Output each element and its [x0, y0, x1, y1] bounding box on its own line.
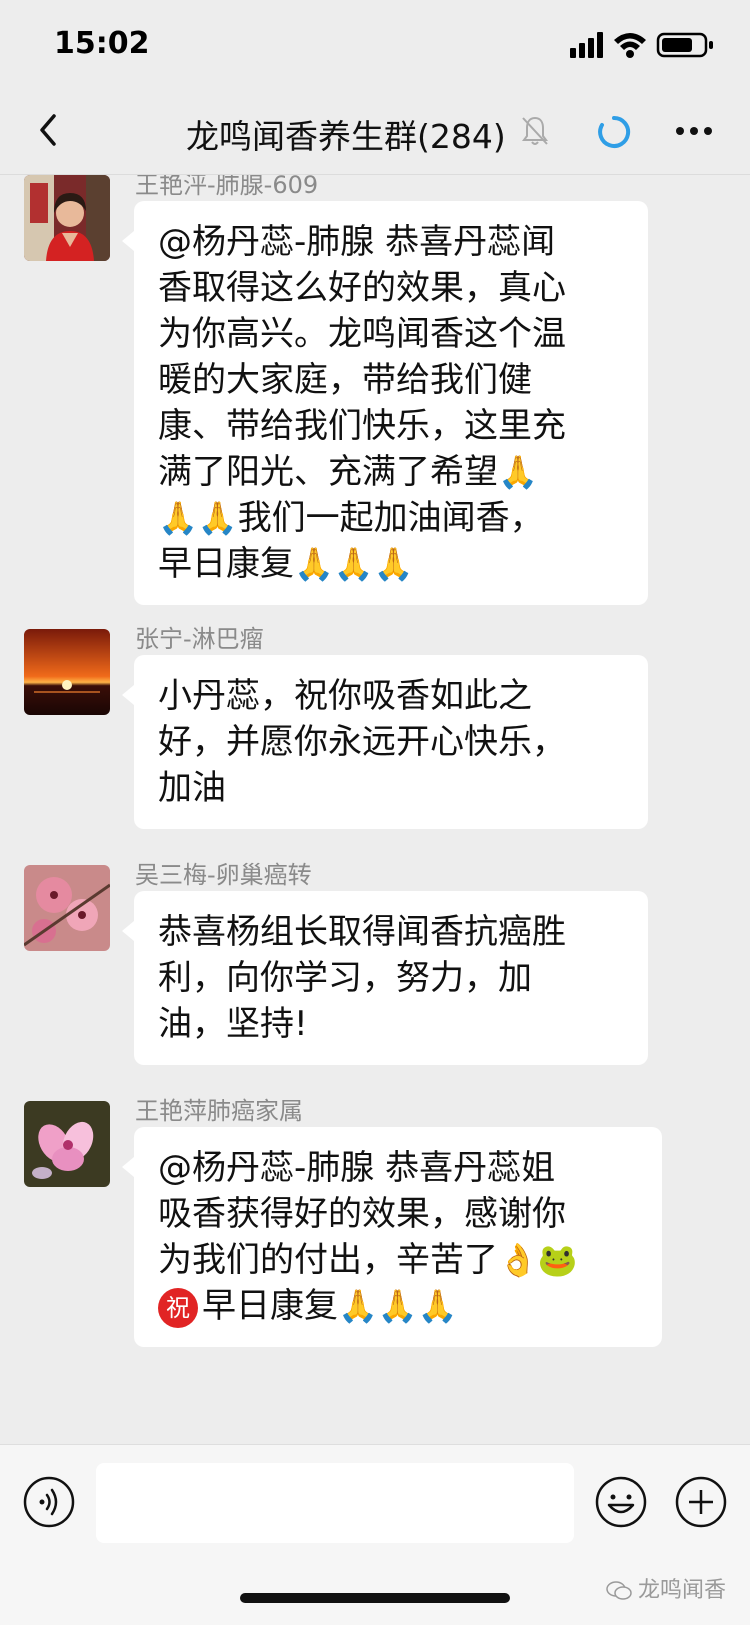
message-text: 为你高兴。龙鸣闻香这个温 — [158, 314, 566, 354]
ok-hand-emoji-icon: 👌 — [498, 1241, 538, 1279]
message-text: @杨丹蕊-肺腺 恭喜丹蕊姐 — [158, 1148, 556, 1188]
status-time: 15:02 — [54, 26, 150, 61]
group-title: 龙鸣闻香养生群(284) — [186, 117, 506, 156]
avatar[interactable] — [24, 175, 110, 261]
battery-icon — [656, 32, 713, 58]
loading-spinner-icon — [598, 115, 631, 148]
message-text: 为我们的付出，辛苦了 — [158, 1240, 498, 1280]
message-text: 满了阳光、充满了希望 — [158, 452, 498, 492]
message-bubble[interactable]: 小丹蕊，祝你吸香如此之 好，并愿你永远开心快乐， 加油 — [122, 655, 648, 829]
add-more-icon[interactable] — [674, 1475, 728, 1529]
pray-emoji-icon: 🙏 — [294, 545, 334, 583]
signal-icon — [570, 32, 603, 58]
watermark-text: 龙鸣闻香 — [637, 1578, 726, 1603]
message-text: 利，向你学习，努力，加 — [158, 958, 532, 998]
message-text: 早日康复 — [202, 1286, 338, 1326]
message-text: 香取得这么好的效果，真心 — [158, 268, 566, 308]
sender-name: 吴三梅-卵巢癌转 — [135, 861, 312, 889]
pray-emoji-icon: 🙏 — [333, 545, 374, 583]
message-text: @杨丹蕊-肺腺 恭喜丹蕊闻 — [158, 222, 556, 262]
sender-name: 王艳萍肺癌家属 — [135, 1097, 303, 1125]
pray-emoji-icon: 🙏 — [338, 1287, 378, 1325]
frog-emoji-icon: 🐸 — [537, 1241, 578, 1279]
avatar[interactable] — [24, 629, 110, 715]
pray-emoji-icon: 🙏 — [417, 1287, 458, 1325]
chat-area[interactable]: 王艳泙-肺腺-609 @杨丹蕊-肺腺 恭喜丹蕊闻 香取得这么好的效果，真心 为你… — [0, 175, 750, 1443]
chat-header: 龙鸣闻香养生群(284) — [0, 90, 750, 175]
pray-emoji-icon: 🙏 — [377, 1287, 418, 1325]
more-options-icon[interactable] — [674, 118, 714, 144]
message-text: 恭喜杨组长取得闻香抗癌胜 — [158, 912, 566, 952]
message-text: 我们一起加油闻香， — [237, 498, 544, 538]
mute-bell-icon — [522, 116, 548, 145]
emoji-picker-icon[interactable] — [594, 1475, 648, 1529]
message-text: 油，坚持! — [158, 1004, 308, 1044]
message-text: 暖的大家庭，带给我们健 — [158, 360, 532, 400]
message-text: 小丹蕊，祝你吸香如此之 — [158, 676, 532, 716]
blessing-badge-icon: 祝 — [158, 1287, 198, 1328]
avatar[interactable] — [24, 1101, 110, 1187]
sender-name: 张宁-淋巴瘤 — [135, 625, 264, 653]
message-bubble[interactable]: @杨丹蕊-肺腺 恭喜丹蕊闻 香取得这么好的效果，真心 为你高兴。龙鸣闻香这个温 … — [122, 201, 648, 605]
message-bubble[interactable]: @杨丹蕊-肺腺 恭喜丹蕊姐 吸香获得好的效果，感谢你 为我们的付出，辛苦了👌🐸 … — [122, 1127, 662, 1347]
message-bubble[interactable]: 恭喜杨组长取得闻香抗癌胜 利，向你学习，努力，加 油，坚持! — [122, 891, 648, 1065]
back-arrow-icon[interactable] — [30, 110, 70, 150]
message-text: 加油 — [158, 768, 226, 808]
message-text: 康、带给我们快乐，这里充 — [158, 406, 566, 446]
pray-emoji-icon: 🙏 — [498, 453, 538, 491]
voice-input-icon[interactable] — [22, 1475, 76, 1529]
message-text: 早日康复 — [158, 544, 294, 584]
home-indicator[interactable] — [240, 1593, 510, 1603]
status-icons — [570, 32, 713, 58]
message-input[interactable] — [96, 1463, 574, 1543]
message-text: 好，并愿你永远开心快乐， — [158, 722, 566, 762]
wechat-logo-icon — [606, 1581, 632, 1600]
sender-name: 王艳泙-肺腺-609 — [135, 175, 319, 199]
avatar[interactable] — [24, 865, 110, 951]
wifi-icon — [614, 33, 646, 58]
pray-emoji-icon: 🙏 — [373, 545, 414, 583]
status-bar: 15:02 — [0, 0, 750, 90]
pray-emoji-icon: 🙏 — [158, 499, 198, 537]
pray-emoji-icon: 🙏 — [197, 499, 238, 537]
watermark: 龙鸣闻香 — [606, 1572, 726, 1604]
message-text: 吸香获得好的效果，感谢你 — [158, 1194, 566, 1234]
